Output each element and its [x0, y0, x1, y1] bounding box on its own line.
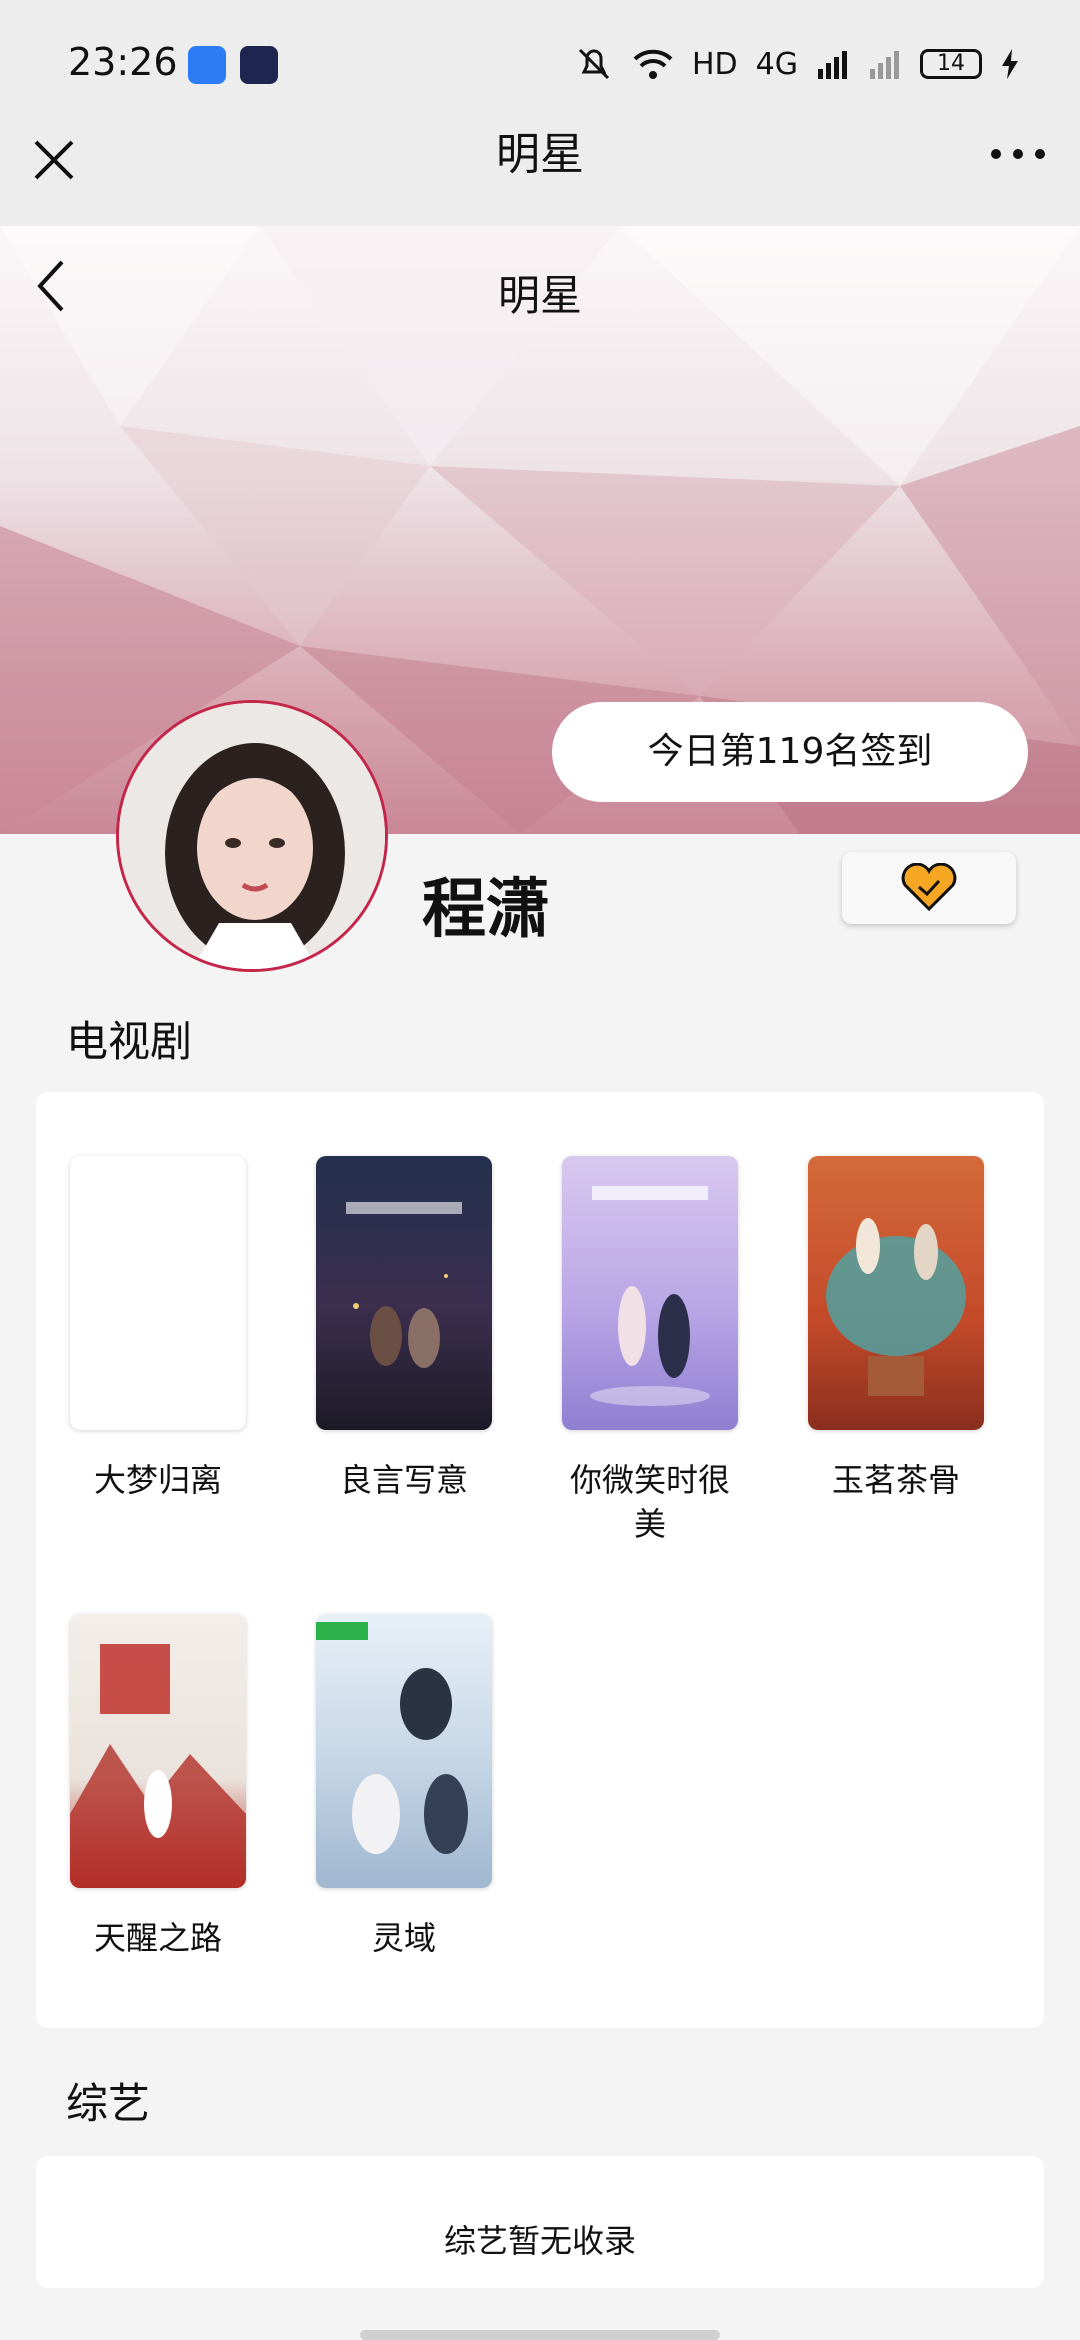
charging-icon: [1002, 49, 1018, 79]
drama-item-niweixiao[interactable]: 你微笑时很美: [562, 1156, 738, 1546]
status-indicators: HD 4G 14: [574, 44, 1020, 84]
top-nav-bar: 明星: [0, 100, 1080, 226]
drama-title: 玉茗茶骨: [831, 1461, 960, 1499]
drama-title: 天醒之路: [93, 1919, 222, 1957]
battery-icon: 14: [920, 49, 982, 79]
signal-2-icon: [870, 51, 899, 79]
avatar: [116, 700, 388, 972]
drama-title: 灵域: [371, 1919, 436, 1957]
more-icon[interactable]: [988, 142, 1048, 166]
poster: [70, 1614, 246, 1888]
checkin-button[interactable]: 今日第119名签到: [552, 702, 1028, 802]
drama-item-tianxing[interactable]: 天醒之路: [70, 1614, 246, 1960]
hd-label: HD: [691, 46, 738, 82]
poster: [316, 1614, 492, 1888]
poster: [562, 1156, 738, 1430]
poster: [70, 1156, 246, 1430]
wifi-icon: [633, 49, 673, 79]
follow-button[interactable]: [842, 852, 1016, 924]
banner-title: 明星: [497, 271, 582, 320]
status-time: 23:26: [68, 40, 178, 84]
variety-section-title: 综艺: [66, 2079, 151, 2128]
drama-title: 你微笑时很美: [569, 1461, 730, 1543]
android-app-icon: [188, 46, 226, 84]
signal-label: 4G: [755, 46, 798, 82]
tv-section-title: 电视剧: [66, 1017, 193, 1066]
drama-item-yuming[interactable]: 玉茗茶骨: [808, 1156, 984, 1502]
star-name: 程潇: [422, 873, 550, 947]
tv-card: 大梦归离 良言写意 你微笑时很美 玉茗茶骨 天醒之路 灵域: [36, 1092, 1044, 2028]
variety-card: 综艺暂无收录: [36, 2156, 1044, 2288]
poster: [808, 1156, 984, 1430]
poster: [316, 1156, 492, 1430]
heart-icon: [901, 863, 957, 912]
drama-title: 良言写意: [339, 1461, 468, 1499]
mute-icon: [578, 48, 610, 80]
app-notification-icon: [240, 46, 278, 84]
home-indicator: [360, 2330, 720, 2340]
drama-item-liangyan[interactable]: 良言写意: [316, 1156, 492, 1502]
variety-empty-text: 综艺暂无收录: [443, 2222, 636, 2260]
drama-item-dameng[interactable]: 大梦归离: [70, 1156, 246, 1502]
drama-title: 大梦归离: [93, 1461, 222, 1499]
page-title: 明星: [496, 129, 584, 180]
signal-icon: [818, 51, 847, 79]
drama-item-lingyu[interactable]: 灵域: [316, 1614, 492, 1960]
